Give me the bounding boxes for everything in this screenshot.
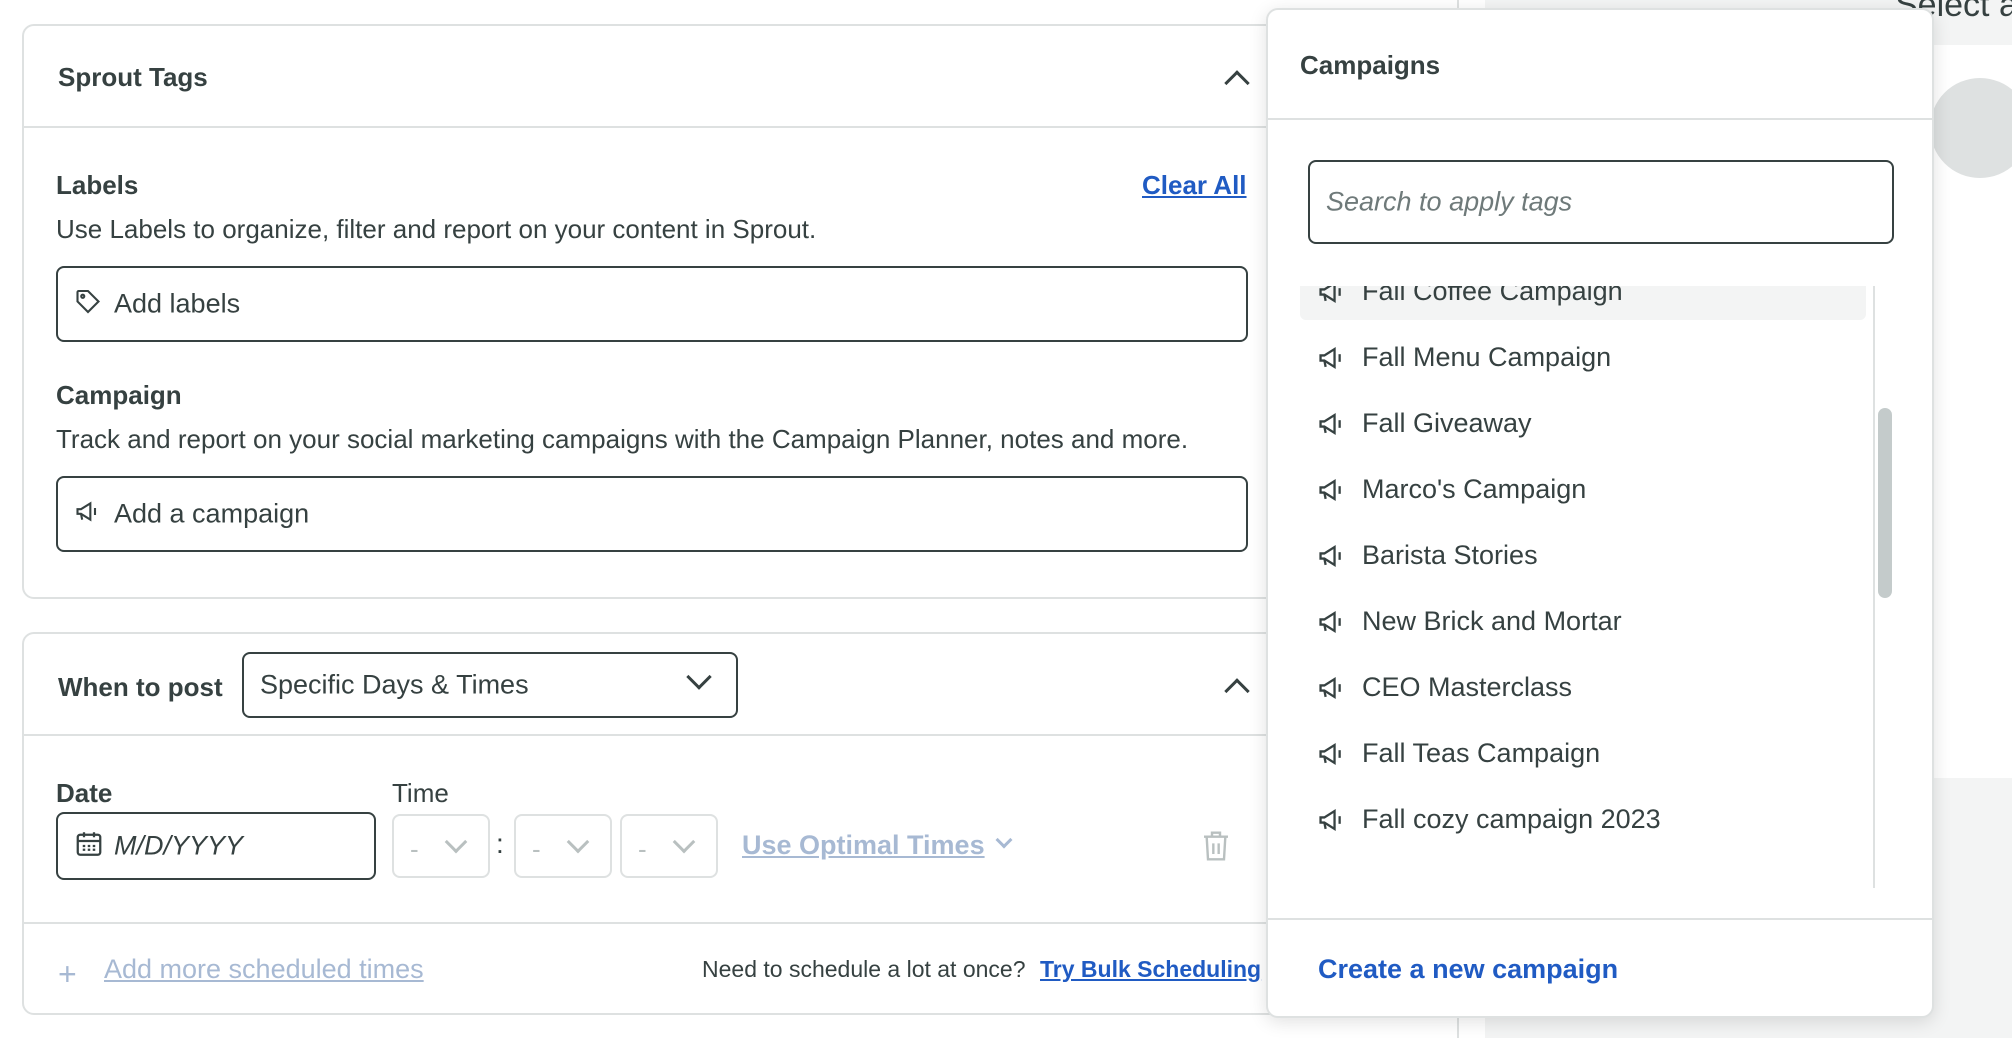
- clear-all-link[interactable]: Clear All: [1142, 170, 1247, 201]
- time-colon: :: [496, 828, 504, 859]
- campaigns-title: Campaigns: [1300, 50, 1441, 80]
- trash-icon[interactable]: [1200, 828, 1232, 869]
- megaphone-icon: [1316, 286, 1348, 311]
- campaign-item[interactable]: Fall Giveaway: [1300, 396, 1866, 452]
- search-tags-input[interactable]: Search to apply tags: [1308, 160, 1894, 244]
- campaign-item[interactable]: New Brick and Mortar: [1300, 594, 1866, 650]
- megaphone-icon: [1316, 608, 1348, 641]
- popover-divider: [1268, 118, 1932, 120]
- campaign-description: Track and report on your social marketin…: [56, 424, 1189, 454]
- megaphone-icon: [1316, 344, 1348, 377]
- collapse-chevron-up-icon[interactable]: [1224, 70, 1250, 96]
- megaphone-icon: [1316, 740, 1348, 773]
- post-mode-select[interactable]: Specific Days & Times: [242, 652, 738, 718]
- campaign-name: Fall Teas Campaign: [1362, 738, 1601, 768]
- campaign-name: Fall Menu Campaign: [1362, 342, 1612, 372]
- popover-divider: [1268, 918, 1932, 920]
- post-mode-value: Specific Days & Times: [260, 669, 529, 700]
- chevron-down-icon: [566, 830, 590, 854]
- campaign-name: Fall Giveaway: [1362, 408, 1532, 438]
- add-more-scheduled-times-link[interactable]: Add more scheduled times: [104, 954, 424, 985]
- hour-value: -: [410, 834, 419, 864]
- campaign-list: Fall Coffee Campaign Fall Menu Campaign …: [1300, 286, 1866, 888]
- add-campaign-input[interactable]: Add a campaign: [56, 476, 1248, 552]
- campaign-item[interactable]: Marco's Campaign: [1300, 462, 1866, 518]
- chevron-down-icon: [672, 830, 696, 854]
- campaign-name: New Brick and Mortar: [1362, 606, 1622, 636]
- campaign-name: Fall Coffee Campaign: [1362, 286, 1623, 306]
- date-placeholder: M/D/YYYY: [114, 830, 244, 861]
- add-campaign-placeholder: Add a campaign: [114, 498, 310, 529]
- campaign-name: Marco's Campaign: [1362, 474, 1587, 504]
- add-labels-input[interactable]: Add labels: [56, 266, 1248, 342]
- megaphone-icon: [1316, 674, 1348, 707]
- card-divider: [24, 922, 1400, 924]
- card-divider: [24, 734, 1400, 736]
- labels-heading: Labels: [56, 170, 139, 200]
- campaign-item[interactable]: Fall cozy campaign 2023: [1300, 792, 1866, 848]
- search-tags-placeholder: Search to apply tags: [1326, 186, 1573, 217]
- megaphone-icon: [74, 498, 102, 531]
- chevron-down-icon: [444, 830, 468, 854]
- campaign-item[interactable]: Fall Coffee Campaign: [1300, 286, 1866, 320]
- bulk-scheduling-prompt: Need to schedule a lot at once?: [702, 956, 1026, 982]
- campaign-item[interactable]: Fall Menu Campaign: [1300, 330, 1866, 386]
- campaign-item[interactable]: CEO Masterclass: [1300, 660, 1866, 716]
- hour-select[interactable]: -: [392, 814, 490, 878]
- when-to-post-card: When to post Specific Days & Times Date …: [22, 632, 1402, 1015]
- minute-value: -: [532, 834, 541, 864]
- add-labels-placeholder: Add labels: [114, 288, 241, 319]
- try-bulk-scheduling-link[interactable]: Try Bulk Scheduling: [1040, 956, 1261, 983]
- megaphone-icon: [1316, 806, 1348, 839]
- campaign-name: Fall cozy campaign 2023: [1362, 804, 1661, 834]
- when-to-post-title: When to post: [58, 672, 223, 702]
- minute-select[interactable]: -: [514, 814, 612, 878]
- labels-description: Use Labels to organize, filter and repor…: [56, 214, 817, 244]
- campaigns-dropdown: Campaigns Search to apply tags Fall Coff…: [1266, 8, 1934, 1018]
- date-input[interactable]: M/D/YYYY: [56, 812, 376, 880]
- campaign-name: Barista Stories: [1362, 540, 1538, 570]
- use-optimal-times-link[interactable]: Use Optimal Times: [742, 830, 985, 861]
- tag-icon: [74, 288, 102, 321]
- time-label: Time: [392, 778, 449, 808]
- campaign-item[interactable]: Barista Stories: [1300, 528, 1866, 584]
- chevron-down-icon: [686, 664, 712, 690]
- chevron-down-icon: [995, 831, 1013, 849]
- ampm-value: -: [638, 834, 647, 864]
- campaign-item[interactable]: Fall Teas Campaign: [1300, 726, 1866, 782]
- megaphone-icon: [1316, 542, 1348, 575]
- campaign-name: CEO Masterclass: [1362, 672, 1573, 702]
- date-label: Date: [56, 778, 113, 808]
- create-new-campaign-link[interactable]: Create a new campaign: [1318, 954, 1618, 985]
- calendar-icon: [74, 829, 104, 864]
- megaphone-icon: [1316, 476, 1348, 509]
- card-divider: [24, 126, 1400, 128]
- sprout-tags-title: Sprout Tags: [58, 62, 208, 92]
- megaphone-icon: [1316, 410, 1348, 443]
- ampm-select[interactable]: -: [620, 814, 718, 878]
- plus-icon: +: [58, 956, 77, 992]
- collapse-chevron-up-icon[interactable]: [1224, 678, 1250, 704]
- sprout-tags-card: Sprout Tags Labels Clear All Use Labels …: [22, 24, 1402, 599]
- scrollbar-thumb[interactable]: [1878, 408, 1892, 598]
- campaign-heading: Campaign: [56, 380, 182, 410]
